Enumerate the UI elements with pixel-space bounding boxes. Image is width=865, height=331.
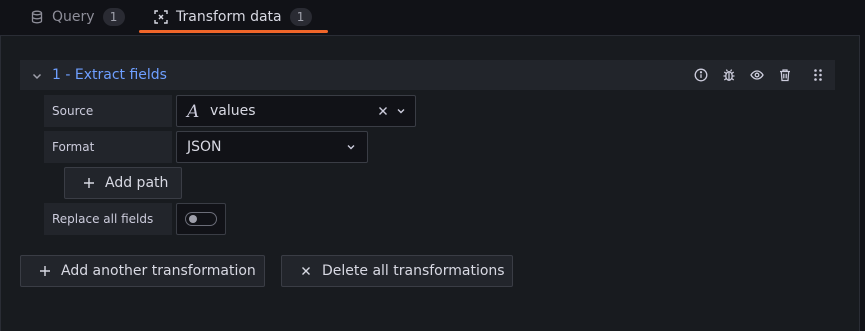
tab-query[interactable]: Query 1: [30, 0, 125, 34]
source-select[interactable]: A values: [176, 95, 416, 127]
transform-icon: [154, 10, 168, 24]
tab-transform-label: Transform data: [176, 9, 282, 25]
field-name-icon: A: [187, 102, 200, 122]
add-path-button[interactable]: Add path: [64, 167, 182, 199]
tab-query-label: Query: [52, 9, 95, 25]
format-value: JSON: [187, 139, 222, 155]
add-path-label: Add path: [105, 175, 169, 191]
replace-label-text: Replace all fields: [52, 212, 154, 226]
tab-bar: Query 1 Transform data 1: [0, 0, 865, 34]
source-label-text: Source: [52, 104, 94, 118]
tab-transform-count: 1: [289, 8, 312, 26]
drag-handle-icon[interactable]: [810, 67, 826, 83]
delete-transformations-label: Delete all transformations: [322, 263, 505, 279]
clear-icon[interactable]: [377, 105, 389, 117]
info-icon[interactable]: [693, 67, 709, 83]
eye-icon[interactable]: [749, 67, 765, 83]
tab-query-count: 1: [102, 8, 125, 26]
transformation-title[interactable]: 1 - Extract fields: [52, 67, 167, 83]
active-tab-indicator: [139, 30, 328, 33]
format-label: Format: [44, 131, 172, 163]
database-icon: [30, 10, 44, 24]
plus-icon: [83, 177, 95, 189]
source-label: Source: [44, 95, 172, 127]
format-select[interactable]: JSON: [176, 131, 368, 163]
format-label-text: Format: [52, 140, 95, 154]
bug-icon[interactable]: [721, 67, 737, 83]
replace-all-fields-label: Replace all fields: [44, 203, 172, 235]
trash-icon[interactable]: [777, 67, 793, 83]
close-icon: [300, 265, 312, 277]
plus-icon: [39, 265, 51, 277]
source-value: values: [210, 103, 256, 119]
chevron-down-icon[interactable]: [395, 105, 407, 117]
toggle-knob: [189, 215, 197, 223]
replace-all-fields-toggle-container: [176, 203, 226, 235]
chevron-down-icon[interactable]: [345, 141, 357, 153]
add-transformation-label: Add another transformation: [61, 263, 256, 279]
tab-transform-data[interactable]: Transform data 1: [154, 0, 312, 34]
add-another-transformation-button[interactable]: Add another transformation: [20, 255, 265, 287]
transformation-header[interactable]: 1 - Extract fields: [20, 60, 835, 90]
delete-all-transformations-button[interactable]: Delete all transformations: [281, 255, 513, 287]
replace-all-fields-toggle[interactable]: [185, 212, 217, 226]
chevron-down-icon[interactable]: [30, 68, 44, 82]
